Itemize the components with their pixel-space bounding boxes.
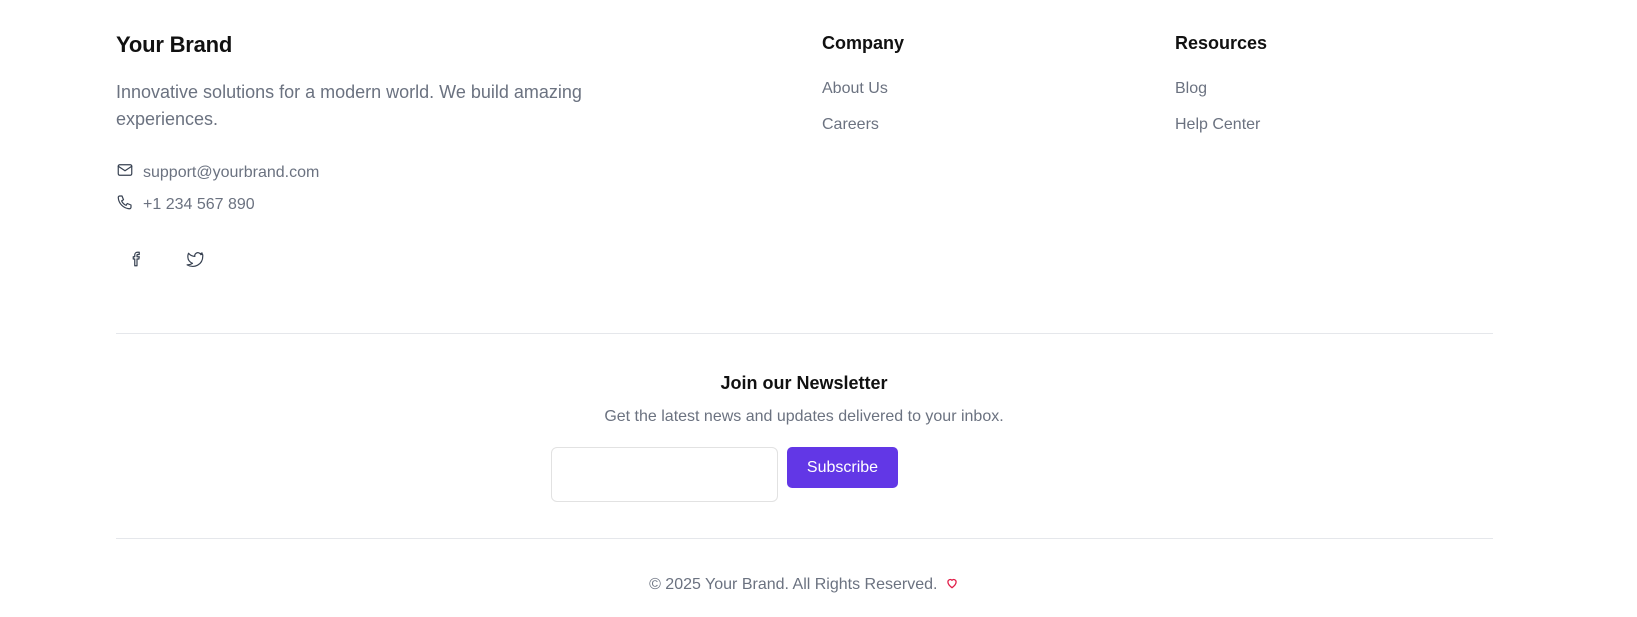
phone-icon — [116, 193, 134, 216]
resources-heading: Resources — [1175, 33, 1268, 53]
mail-icon — [116, 161, 134, 184]
link-careers[interactable]: Careers — [822, 116, 879, 134]
divider — [116, 333, 1493, 334]
contact-phone-text[interactable]: +1 234 567 890 — [143, 196, 255, 214]
link-blog[interactable]: Blog — [1175, 80, 1207, 98]
copyright-text: © 2025 Your Brand. All Rights Reserved. — [649, 576, 938, 593]
newsletter-email-input[interactable] — [551, 447, 778, 502]
contact-phone[interactable]: +1 234 567 890 — [116, 193, 255, 216]
company-heading: Company — [822, 33, 905, 53]
facebook-icon[interactable] — [126, 248, 148, 270]
brand-name: Your Brand — [116, 32, 233, 57]
link-about-us[interactable]: About Us — [822, 80, 888, 98]
subscribe-button[interactable]: Subscribe — [787, 447, 898, 488]
newsletter-subtitle: Get the latest news and updates delivere… — [604, 408, 1004, 425]
link-help-center[interactable]: Help Center — [1175, 116, 1260, 134]
contact-email-text[interactable]: support@yourbrand.com — [143, 164, 319, 182]
contact-email[interactable]: support@yourbrand.com — [116, 161, 319, 184]
divider — [116, 538, 1493, 539]
copyright: © 2025 Your Brand. All Rights Reserved. — [0, 576, 1608, 595]
twitter-icon[interactable] — [184, 248, 206, 270]
heart-icon — [945, 576, 959, 595]
site-footer: Your Brand Innovative solutions for a mo… — [0, 0, 1637, 617]
newsletter-title: Join our Newsletter — [720, 373, 888, 393]
brand-description: Innovative solutions for a modern world.… — [116, 82, 582, 129]
